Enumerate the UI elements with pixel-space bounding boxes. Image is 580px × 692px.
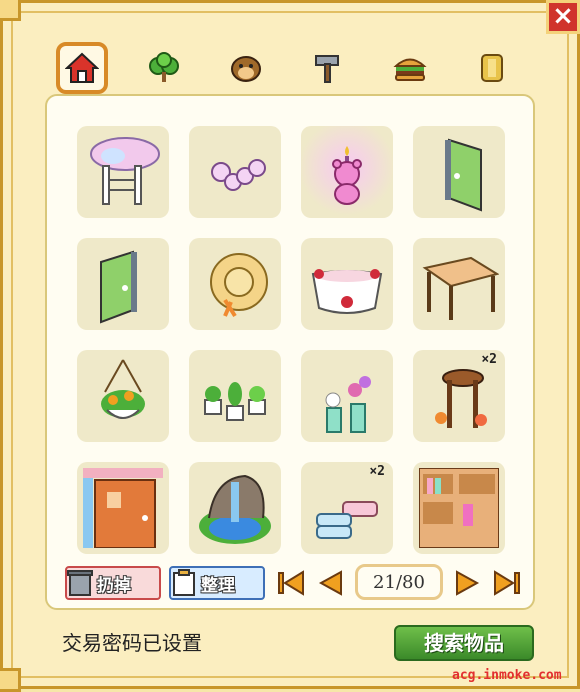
sakura-arch-icon	[90, 137, 160, 205]
item-slot[interactable]	[301, 126, 393, 218]
mole-icon	[231, 56, 261, 82]
item-slot[interactable]	[301, 350, 393, 442]
category-tabs	[52, 40, 522, 96]
page-current: 21	[373, 571, 396, 593]
item-slot[interactable]	[413, 126, 505, 218]
house-icon	[65, 52, 99, 83]
item-slot[interactable]	[77, 462, 169, 554]
item-slot[interactable]	[77, 238, 169, 330]
burger-icon	[393, 58, 427, 81]
inventory-panel: ×2 ×2 扔掉 整理 21 / 80	[45, 94, 535, 610]
item-grid: ×2 ×2	[77, 126, 505, 554]
item-slot[interactable]	[77, 126, 169, 218]
corner-ornament	[0, 0, 21, 21]
page-total: 80	[402, 571, 425, 593]
corner-ornament	[0, 668, 21, 692]
item-slot[interactable]	[77, 350, 169, 442]
sort-label: 整理	[201, 575, 235, 596]
item-slot[interactable]	[413, 462, 505, 554]
item-slot[interactable]: ×2	[413, 350, 505, 442]
wooden-table-icon	[422, 256, 499, 320]
sort-button[interactable]: 整理	[169, 566, 265, 600]
tab-creature[interactable]	[216, 40, 276, 96]
cylinder-icon	[481, 54, 503, 82]
page-indicator: 21/80	[355, 564, 443, 600]
last-page-icon[interactable]	[491, 568, 521, 598]
item-slot[interactable]	[189, 350, 281, 442]
item-slot[interactable]	[189, 238, 281, 330]
trash-icon	[67, 570, 93, 596]
green-door-right-icon	[445, 138, 482, 212]
tab-special[interactable]	[462, 40, 522, 96]
search-items-button[interactable]: 搜索物品	[394, 625, 534, 661]
tab-home[interactable]	[52, 40, 112, 96]
watermark: acg.inmoke.com	[452, 668, 562, 683]
pink-orbs-icon	[211, 159, 266, 191]
discard-label: 扔掉	[97, 575, 131, 596]
item-slot[interactable]	[189, 126, 281, 218]
prev-page-icon[interactable]	[315, 568, 345, 598]
clipboard-icon	[173, 569, 195, 596]
first-page-icon[interactable]	[277, 568, 307, 598]
item-slot[interactable]	[413, 238, 505, 330]
wooden-stool-icon	[435, 369, 487, 428]
tab-plant[interactable]	[134, 40, 194, 96]
tab-food[interactable]	[380, 40, 440, 96]
ribbon-bathtub-icon	[311, 269, 383, 314]
cactus-pots-icon	[204, 382, 266, 421]
hanging-flower-pot-icon	[101, 359, 145, 419]
orange-door-icon	[83, 468, 163, 548]
close-button[interactable]: ×	[546, 0, 580, 34]
straw-hat-icon	[210, 253, 268, 318]
bookshelf-icon	[419, 468, 499, 548]
next-page-icon[interactable]	[453, 568, 483, 598]
hammer-icon	[315, 55, 339, 83]
tree-icon	[149, 52, 179, 82]
pink-bear-candle-icon	[332, 146, 362, 205]
flower-vases-icon	[325, 376, 371, 433]
inventory-controls: 扔掉 整理 21/80	[65, 564, 525, 602]
item-slot[interactable]	[301, 238, 393, 330]
green-door-left-icon	[100, 250, 137, 324]
towels-icon	[316, 501, 378, 539]
item-slot[interactable]	[189, 462, 281, 554]
discard-button[interactable]: 扔掉	[65, 566, 161, 600]
rock-fountain-icon	[199, 474, 271, 544]
trade-password-status: 交易密码已设置	[62, 631, 202, 655]
item-slot[interactable]: ×2	[301, 462, 393, 554]
tab-tools[interactable]	[298, 40, 358, 96]
